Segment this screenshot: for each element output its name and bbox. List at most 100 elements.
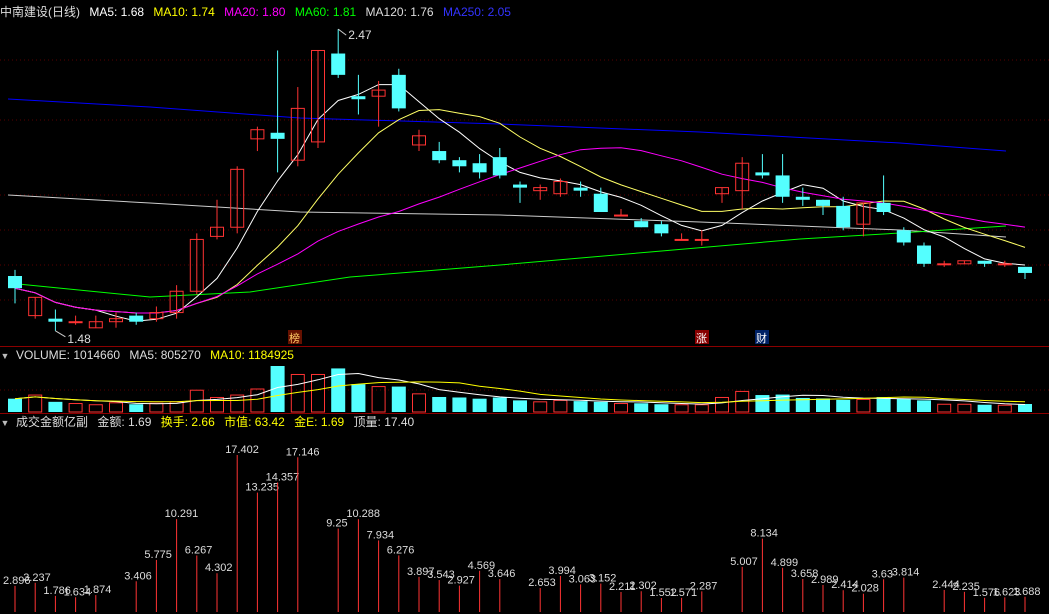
amount-value-label: 2.653 xyxy=(528,577,556,589)
volume-bar xyxy=(654,404,669,412)
volume-bar xyxy=(412,393,426,413)
candle-body-down xyxy=(775,175,790,197)
volume-bar xyxy=(351,384,366,412)
amount-value-label: 2.028 xyxy=(851,583,879,595)
marker-zhang: 涨 xyxy=(696,332,707,345)
candle-body-up xyxy=(997,263,1012,266)
candle-body-down xyxy=(129,315,144,322)
amount-value-label: 2.287 xyxy=(690,580,718,592)
volume-bar xyxy=(149,402,164,413)
volume-bar xyxy=(694,404,709,413)
volume-bar xyxy=(836,399,851,412)
volume-bar xyxy=(8,398,22,412)
amount-value-label: 5.007 xyxy=(730,556,758,568)
volume-bar xyxy=(48,401,63,412)
candle-body-down xyxy=(917,245,931,264)
high-pointer xyxy=(337,28,347,36)
candle-body-down xyxy=(48,318,63,322)
candle-body-down xyxy=(573,187,588,191)
amount-value-label: 14.357 xyxy=(266,471,300,483)
volume-bar xyxy=(432,396,447,412)
volume-bar xyxy=(816,398,830,412)
candle-body-down xyxy=(654,224,669,234)
volume-bar xyxy=(109,402,123,413)
volume-bar xyxy=(1018,404,1032,412)
amount-value-label: 3.814 xyxy=(892,567,920,579)
volume-bar xyxy=(674,404,689,413)
marker-bang: 榜 xyxy=(289,331,300,345)
candle-body-down xyxy=(1018,266,1032,273)
ma120-line xyxy=(7,194,1007,238)
candle-body-down xyxy=(977,260,992,264)
ma60-line xyxy=(7,225,1007,298)
candle-body-down xyxy=(472,163,487,173)
amount-value-label: 3.237 xyxy=(23,572,51,584)
volume-bar xyxy=(250,388,265,413)
amount-value-label: 3.646 xyxy=(488,568,516,580)
volume-bar xyxy=(452,397,467,412)
volume-bar xyxy=(371,386,386,413)
candle-body-down xyxy=(8,276,22,289)
volume-bar xyxy=(937,403,952,413)
candle-body-down xyxy=(391,74,406,109)
candle-body-down xyxy=(896,230,911,243)
candle-body-down xyxy=(432,151,447,161)
amount-value-label: 17.146 xyxy=(286,446,320,458)
amount-value-label: 9.25 xyxy=(326,518,347,530)
volume-bar xyxy=(715,396,729,413)
volume-bar xyxy=(896,398,911,412)
ma250-line xyxy=(7,98,1007,152)
volume-ma10-line xyxy=(14,381,1026,404)
volume-bar xyxy=(573,401,588,412)
candle-body-down xyxy=(331,53,346,75)
candle-body-down xyxy=(593,193,608,212)
amount-value-label: 17.402 xyxy=(225,444,259,456)
amount-value-label: 4.302 xyxy=(205,562,233,574)
candle-body-down xyxy=(452,160,467,167)
volume-bar xyxy=(593,401,608,412)
volume-bar xyxy=(553,399,568,413)
stock-chart-canvas[interactable]: 2.471.48 榜涨财2.8963.2371.7861.6341.8743.40… xyxy=(0,0,1049,614)
amount-value-label: 5.775 xyxy=(144,549,172,561)
amount-value-label: 10.288 xyxy=(346,508,380,520)
amount-value-label: 7.934 xyxy=(367,529,395,541)
amount-value-label: 2.927 xyxy=(447,575,475,587)
volume-bar xyxy=(917,400,931,412)
candle-body-down xyxy=(816,199,830,206)
volume-bar xyxy=(977,404,992,412)
low-pointer xyxy=(55,330,66,338)
volume-bar xyxy=(533,401,548,413)
amount-value-label: 6.276 xyxy=(387,544,415,556)
volume-bar xyxy=(614,403,628,413)
volume-bar xyxy=(492,397,507,412)
volume-bar xyxy=(472,398,487,412)
candle-body-up xyxy=(937,263,952,266)
candle-body-down xyxy=(876,202,891,212)
volume-ma5-line xyxy=(14,372,1026,405)
volume-bar xyxy=(856,398,871,413)
amount-value-label: 10.291 xyxy=(165,508,199,520)
candle-body-down xyxy=(755,172,770,176)
amount-value-label: 6.267 xyxy=(185,544,213,556)
candle-body-up xyxy=(694,238,709,241)
candle-body-down xyxy=(634,221,649,228)
candle-body-down xyxy=(836,205,851,228)
volume-bar xyxy=(876,396,891,412)
candle-body-down xyxy=(351,96,366,100)
volume-bar xyxy=(391,386,406,412)
high-price-label: 2.47 xyxy=(348,28,372,42)
volume-bar xyxy=(129,404,144,412)
volume-bar xyxy=(634,403,649,412)
candle-body-up xyxy=(614,214,628,217)
candle-body-up xyxy=(674,238,689,241)
candle-body-down xyxy=(270,132,285,139)
volume-bar xyxy=(997,404,1012,413)
candle-body-down xyxy=(492,157,507,176)
volume-bar xyxy=(68,403,83,413)
amount-value-label: 1.688 xyxy=(1013,586,1041,598)
marker-cai: 财 xyxy=(756,331,767,345)
amount-value-label: 1.874 xyxy=(84,584,112,596)
candle-body-down xyxy=(513,184,527,188)
candle-body-down xyxy=(795,196,810,200)
volume-bar xyxy=(957,403,972,413)
